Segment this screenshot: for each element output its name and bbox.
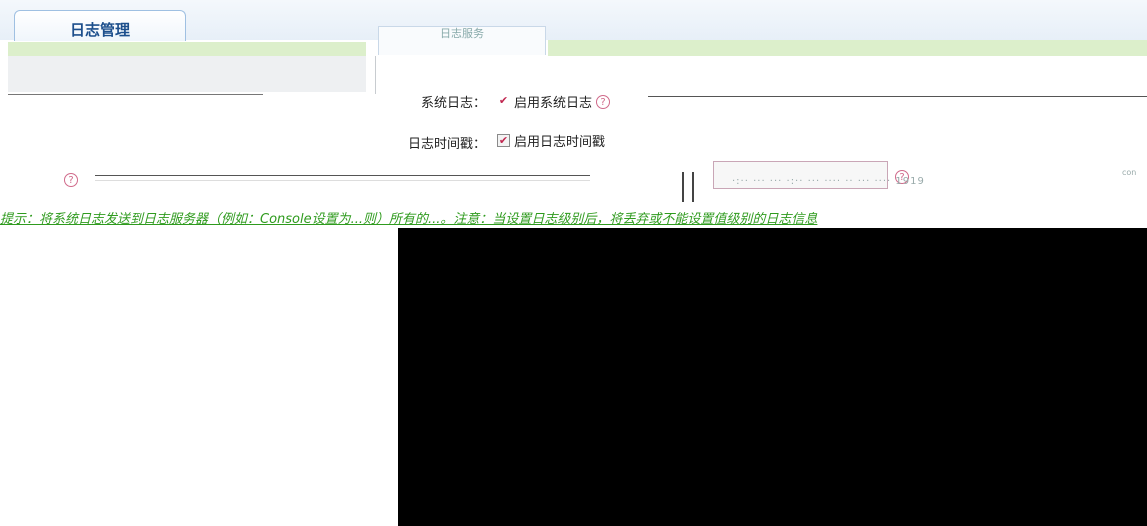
blank-render-area [398, 228, 1147, 526]
faded-label: con [1122, 168, 1137, 177]
system-log-checkbox[interactable]: ✔ [497, 95, 510, 108]
rule-line [95, 180, 590, 181]
notice-text: 提示：将系统日志发送到日志服务器（例如：Console设置为...则）所有的..… [0, 212, 818, 227]
system-log-checkbox-label: 启用系统日志 [514, 96, 593, 111]
column-divider [375, 56, 376, 94]
scrollbar-handle[interactable] [682, 172, 706, 202]
tab-log-management[interactable]: 日志管理 [14, 10, 186, 41]
help-icon[interactable]: ? [64, 173, 78, 187]
timestamp-checkbox[interactable]: ✔ [497, 134, 510, 147]
rule-line [648, 96, 1147, 97]
help-icon[interactable]: ? [596, 94, 611, 109]
panel-header-right [548, 40, 1147, 56]
panel-toolbar [8, 56, 366, 92]
timestamp-label: 日志时间戳： [407, 137, 486, 152]
system-log-label: 系统日志： [420, 96, 486, 111]
rule-line [8, 94, 263, 95]
faded-text: ·:·· ··· ··· ·:·· ··· ···· ·· ··· ···· 1… [732, 176, 925, 187]
rule-line [95, 175, 590, 176]
timestamp-checkbox-label: 启用日志时间戳 [514, 135, 606, 150]
panel-header-left [8, 42, 366, 56]
tab-log-service[interactable]: 日志服务 [378, 26, 546, 55]
timestamp-row: ✔ 启用日志时间戳 [497, 131, 605, 150]
system-log-row: ✔ 启用系统日志 ? [497, 92, 611, 111]
